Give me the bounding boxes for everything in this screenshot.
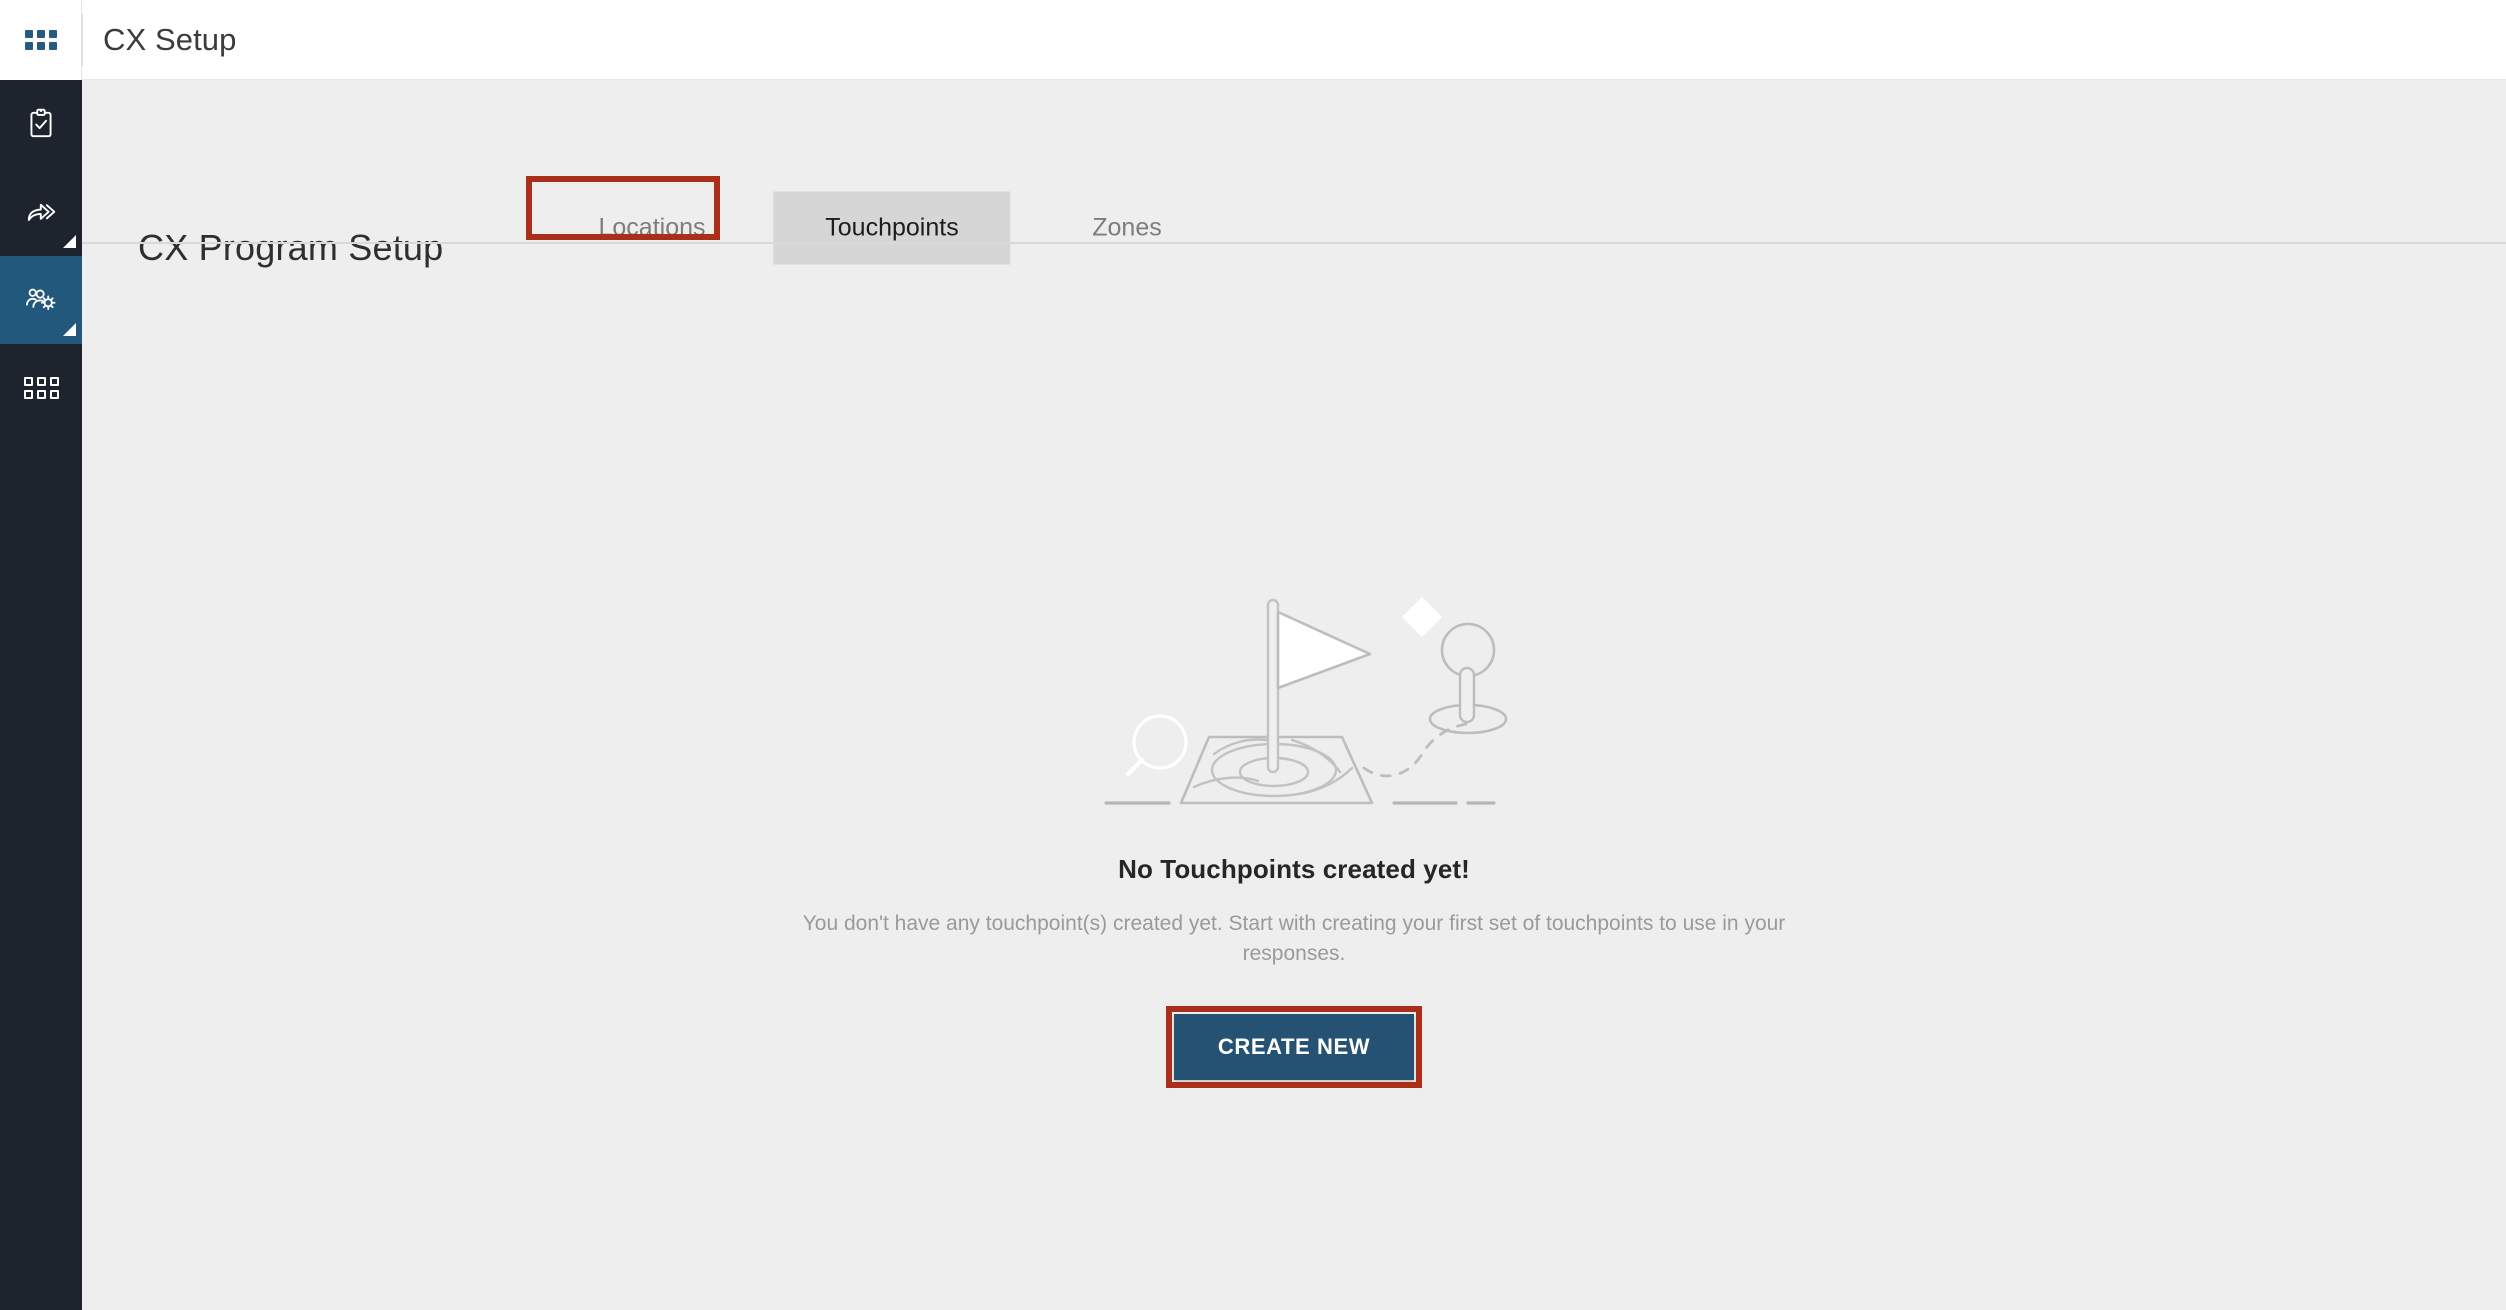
clipboard-check-icon: [24, 107, 58, 141]
app-title: CX Setup: [103, 21, 237, 57]
app-launcher-button[interactable]: [0, 0, 82, 80]
app-root: CX Setup CX Program Setup Locations Touc…: [0, 0, 2506, 1310]
submenu-corner-indicator: [63, 323, 76, 336]
grid-apps-icon: [24, 30, 57, 50]
main-content: CX Program Setup Locations Touchpoints Z…: [82, 80, 2506, 1310]
share-forward-icon: [24, 195, 58, 229]
tab-strip: Locations Touchpoints Zones: [82, 80, 2506, 265]
empty-state-title: No Touchpoints created yet!: [1118, 854, 1470, 884]
header-divider: [82, 13, 83, 66]
submenu-corner-indicator: [63, 235, 76, 248]
page-header: CX Program Setup Locations Touchpoints Z…: [82, 80, 2506, 268]
app-header: CX Setup: [82, 0, 2506, 80]
empty-state: No Touchpoints created yet! You don't ha…: [82, 242, 2506, 1310]
grid-squares-icon: [23, 377, 59, 399]
sidebar-item-surveys[interactable]: [0, 80, 82, 168]
create-new-button-wrapper: CREATE NEW: [1165, 1005, 1423, 1088]
empty-state-description: You don't have any touchpoint(s) created…: [802, 912, 1786, 966]
users-gear-icon: [24, 283, 58, 317]
flag-on-map-with-pin-illustration: [1064, 582, 1524, 812]
sidebar-nav: [0, 80, 82, 1310]
sidebar-item-cx-setup[interactable]: [0, 256, 82, 344]
create-new-button[interactable]: CREATE NEW: [1173, 1013, 1415, 1080]
sidebar-item-modules[interactable]: [0, 344, 82, 432]
sidebar-item-distribute[interactable]: [0, 168, 82, 256]
